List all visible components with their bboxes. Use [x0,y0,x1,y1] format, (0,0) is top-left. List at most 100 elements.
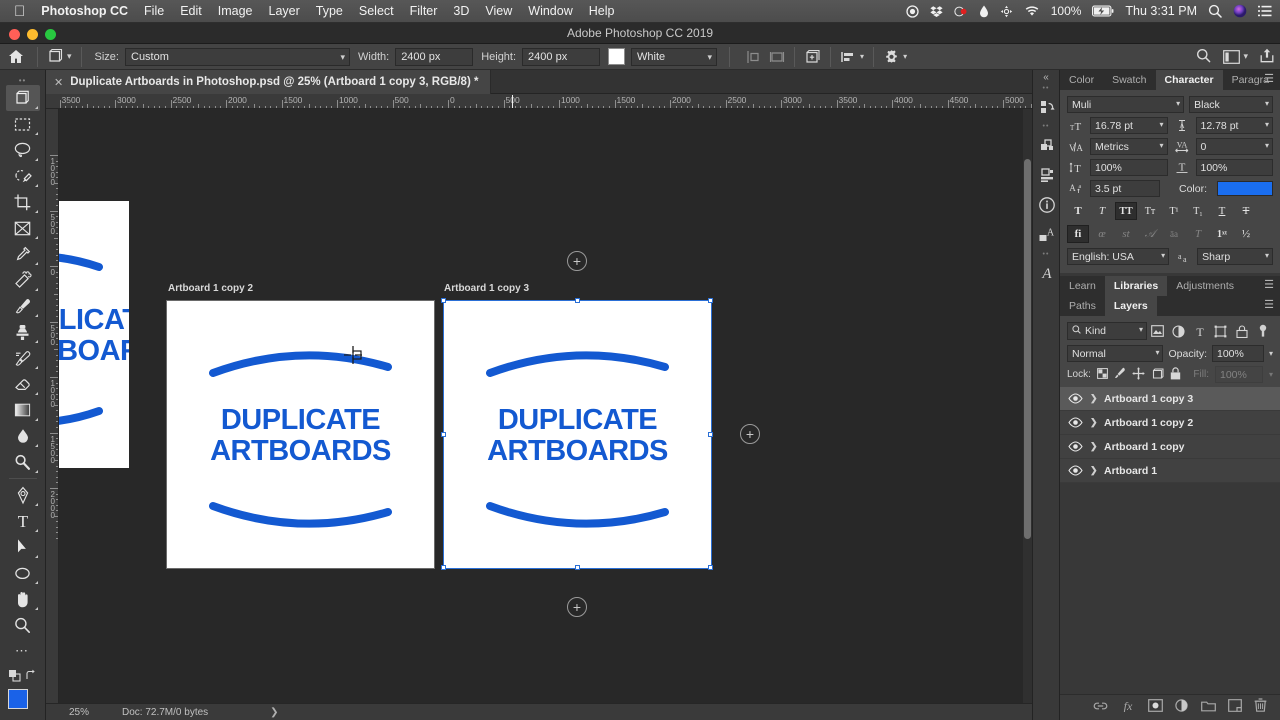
gradient-tool[interactable] [6,397,40,423]
chevron-down-icon[interactable]: ▾ [340,52,345,63]
stylistic-alternates-button[interactable]: 1ˣᵗ [1211,225,1233,243]
filter-toggle-icon[interactable] [1252,322,1273,340]
layer-style-fx-icon[interactable]: fx [1120,699,1136,717]
close-window-button[interactable] [9,29,20,40]
history-brush-tool[interactable] [6,345,40,371]
workspace-switcher[interactable]: ▾ [1223,49,1248,64]
swap-default-colors[interactable] [6,664,40,686]
table-row[interactable]: ❯ Artboard 1 copy [1060,435,1280,459]
search-icon[interactable] [1208,4,1222,18]
chevron-right-icon[interactable]: ❯ [1090,465,1104,476]
clone-stamp-tool[interactable] [6,319,40,345]
align-horizontal-centers-icon[interactable] [765,49,789,65]
menu-edit[interactable]: Edit [180,4,202,18]
pen-tool[interactable] [6,482,40,508]
fill-input[interactable]: 100% [1214,366,1263,383]
antialias-select[interactable]: Sharp ▾ [1197,248,1273,265]
lock-image-pixels-icon[interactable] [1114,367,1126,382]
settings-gear-icon[interactable]: ▾ [879,48,911,65]
record-icon[interactable] [906,4,919,18]
new-fill-adjustment-icon[interactable] [1175,698,1189,717]
move-artboard-tool[interactable] [5,85,40,111]
lock-transparent-pixels-icon[interactable] [1097,367,1108,382]
horizontal-ruler[interactable]: 3500 3000 2500 2000 1500 1000 5000 500 1000 1500 2… [46,94,1032,109]
rectangular-marquee-tool[interactable] [6,111,40,137]
menu-window[interactable]: Window [528,4,572,18]
eye-icon[interactable] [1060,465,1090,476]
dropbox-icon[interactable] [930,5,943,18]
lasso-tool[interactable] [6,137,40,163]
add-artboard-right-button[interactable]: + [740,424,760,444]
baseline-shift-input[interactable]: 3.5 pt [1090,180,1160,197]
transform-handle-ml[interactable] [441,432,446,437]
adjustment-filter-icon[interactable] [1168,322,1189,340]
menu-type[interactable]: Type [316,4,343,18]
eraser-tool[interactable] [6,371,40,397]
chevron-down-icon[interactable]: ▾ [1159,141,1163,150]
notification-center-icon[interactable] [1258,5,1272,17]
chevron-down-icon[interactable]: ▾ [1161,251,1165,260]
wifi-icon[interactable] [1024,5,1040,17]
quick-selection-tool[interactable] [6,163,40,189]
artboard-1-copy[interactable]: DUPLICATE ARTBOARDS [59,201,129,468]
apple-icon[interactable]:  [14,4,25,19]
tab-color[interactable]: Color [1060,70,1104,90]
transform-handle-bl[interactable] [441,565,446,570]
language-select[interactable]: English: USA ▾ [1067,248,1170,265]
chevron-down-icon[interactable]: ▾ [860,52,864,61]
chevron-right-icon[interactable]: ❯ [1090,417,1104,428]
lock-position-icon[interactable] [1132,366,1145,383]
tab-layers[interactable]: Layers [1104,296,1157,316]
titling-alternates-button[interactable]: āa [1163,225,1185,243]
background-color-swatch[interactable] [608,48,626,65]
layer-filter-kind-select[interactable]: Kind ▾ [1067,322,1147,340]
font-family-select[interactable]: Muli ▾ [1067,96,1185,113]
transform-handle-mr[interactable] [708,432,713,437]
menu-select[interactable]: Select [359,4,394,18]
opacity-input[interactable]: 100% [1211,345,1264,362]
width-input[interactable]: 2400 px [395,47,474,66]
chevron-down-icon[interactable]: ▾ [1243,51,1248,62]
vertical-scrollbar-thumb[interactable] [1024,159,1031,539]
strikethrough-button[interactable]: T [1235,202,1257,220]
foreground-background-colors[interactable] [6,688,40,720]
brush-tool[interactable] [6,293,40,319]
tracking-input[interactable]: 0 ▾ [1195,138,1273,155]
document-tab[interactable]: ✕ Duplicate Artboards in Photoshop.psd @… [46,70,492,94]
rail-group-grip-2[interactable]: •• [1033,122,1059,130]
chevron-down-icon[interactable]: ▾ [1159,120,1163,129]
displays-icon[interactable] [1000,5,1013,18]
eye-icon[interactable] [1060,417,1090,428]
lock-all-icon[interactable] [1170,366,1181,383]
menu-image[interactable]: Image [218,4,253,18]
share-icon[interactable] [1260,48,1274,66]
type-filter-icon[interactable]: T [1189,322,1210,340]
transform-handle-bc[interactable] [575,565,580,570]
artboard-tool-icon[interactable]: ▾ [43,48,76,65]
maximize-window-button[interactable] [45,29,56,40]
crop-tool[interactable] [6,189,40,215]
frame-tool[interactable] [6,215,40,241]
blend-mode-select[interactable]: Normal ▾ [1067,345,1164,362]
menu-clock[interactable]: Thu 3:31 PM [1125,4,1197,18]
artboard-1-copy-2[interactable]: DUPLICATE ARTBOARDS [166,300,435,569]
chevron-down-icon[interactable]: ▾ [1139,325,1143,334]
table-row[interactable]: ❯ Artboard 1 [1060,459,1280,483]
artboard-title-copy-3[interactable]: Artboard 1 copy 3 [444,283,529,294]
delete-layer-icon[interactable] [1254,698,1267,717]
eye-icon[interactable] [1060,393,1090,404]
tab-learn[interactable]: Learn [1060,276,1105,296]
home-icon[interactable] [0,49,32,64]
align-distribute-icon[interactable]: ▾ [836,49,868,65]
glyphs-icon[interactable]: A [1033,258,1061,288]
chevron-down-icon[interactable]: ▾ [1265,120,1269,129]
background-select[interactable]: White ▾ [631,47,718,66]
tab-character[interactable]: Character [1155,70,1223,90]
spot-healing-brush-tool[interactable] [6,267,40,293]
history-icon[interactable] [1033,92,1061,122]
leading-input[interactable]: 12.78 pt ▾ [1195,117,1273,134]
kerning-select[interactable]: Metrics ▾ [1090,138,1168,155]
menu-file[interactable]: File [144,4,164,18]
chevron-down-icon[interactable]: ▾ [1269,349,1273,358]
chevron-down-icon[interactable]: ▾ [67,51,72,62]
